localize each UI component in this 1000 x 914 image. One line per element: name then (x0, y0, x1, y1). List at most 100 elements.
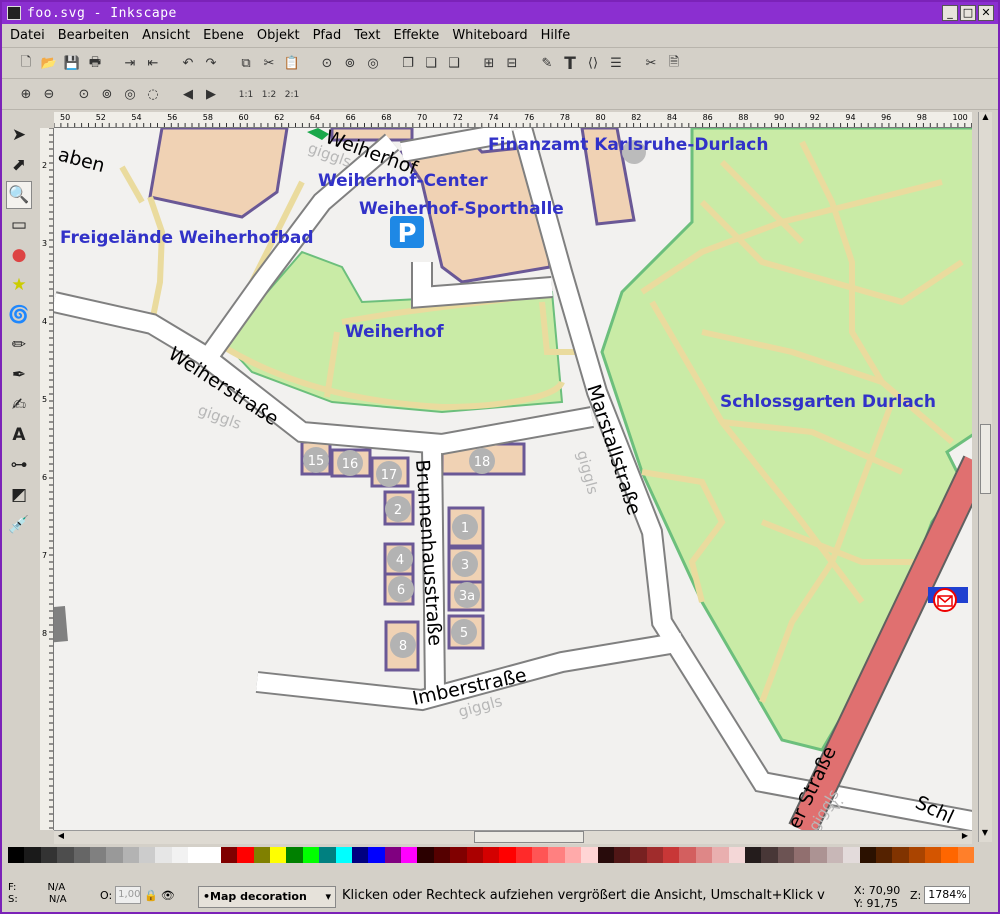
menu-whiteboard[interactable]: Whiteboard (452, 28, 527, 43)
palette-swatch[interactable] (89, 847, 107, 863)
palette-swatch[interactable] (564, 847, 582, 863)
palette-swatch[interactable] (843, 847, 860, 863)
palette-swatch[interactable] (548, 847, 565, 863)
zoom-drawing-icon[interactable]: ⊚ (340, 54, 360, 74)
palette-swatch[interactable] (515, 847, 532, 863)
palette-swatch[interactable] (270, 847, 287, 863)
paste-icon[interactable]: 📋 (282, 54, 302, 74)
zoom-2-1-icon[interactable]: 2:1 (282, 85, 302, 105)
connector-tool-icon[interactable]: ⊶ (6, 451, 32, 479)
zoom-in-icon[interactable]: ⊕ (16, 85, 36, 105)
palette-swatch[interactable] (417, 847, 434, 863)
drawing-canvas[interactable]: P 15 16 17 18 2 1 4 3 6 3a 5 8 giggls giggls giggls… (54, 128, 972, 830)
eye-icon[interactable]: 👁 (161, 889, 175, 902)
dropper-tool-icon[interactable]: 💉 (6, 511, 32, 539)
redo-icon[interactable]: ↷ (201, 54, 221, 74)
palette-swatch[interactable] (220, 847, 238, 863)
new-document-icon[interactable]: 🗋 (16, 54, 36, 74)
zoom-drawing-icon[interactable]: ⊚ (97, 85, 117, 105)
menu-ansicht[interactable]: Ansicht (142, 28, 190, 43)
zoom-tool-icon[interactable]: 🔍 (6, 181, 32, 209)
zoom-1-1-icon[interactable]: 1:1 (236, 85, 256, 105)
fill-stroke-indicator[interactable]: F: N/A S: N/A (8, 882, 98, 906)
palette-swatch[interactable] (925, 847, 942, 863)
zoom-1-2-icon[interactable]: 1:2 (259, 85, 279, 105)
ellipse-tool-icon[interactable]: ● (6, 241, 32, 269)
document-properties-icon[interactable]: 🗎 (664, 54, 684, 74)
spiral-tool-icon[interactable]: 🌀 (6, 301, 32, 329)
vertical-scrollbar[interactable]: ▲ ▼ (978, 112, 992, 842)
palette-swatch[interactable] (368, 847, 385, 863)
palette-swatch[interactable] (630, 847, 647, 863)
zoom-next-icon[interactable]: ▶ (201, 85, 221, 105)
open-icon[interactable]: 📂 (39, 54, 59, 74)
text-font-icon[interactable]: T (560, 54, 580, 74)
export-icon[interactable]: ⇤ (143, 54, 163, 74)
palette-swatch[interactable] (302, 847, 320, 863)
menu-text[interactable]: Text (354, 28, 380, 43)
palette-swatch[interactable] (777, 847, 794, 863)
preferences-icon[interactable]: ✂ (641, 54, 661, 74)
xml-editor-icon[interactable]: ⟨⟩ (583, 54, 603, 74)
palette-swatch[interactable] (8, 847, 25, 863)
inkscape-app-icon[interactable] (7, 6, 21, 20)
menu-effekte[interactable]: Effekte (394, 28, 440, 43)
palette-swatch[interactable] (237, 847, 254, 863)
palette-swatch[interactable] (532, 847, 549, 863)
palette-swatch[interactable] (24, 847, 41, 863)
menu-ebene[interactable]: Ebene (203, 28, 244, 43)
palette-swatch[interactable] (728, 847, 745, 863)
fill-stroke-icon[interactable]: ✎ (537, 54, 557, 74)
print-icon[interactable]: 🖶 (85, 54, 105, 74)
palette-swatch[interactable] (761, 847, 778, 863)
scroll-right-button[interactable]: ▶ (958, 831, 972, 840)
menu-pfad[interactable]: Pfad (313, 28, 342, 43)
undo-icon[interactable]: ↶ (178, 54, 198, 74)
horizontal-scroll-thumb[interactable] (474, 831, 584, 843)
palette-swatch[interactable] (204, 847, 221, 863)
zoom-selection-icon[interactable]: ⊙ (317, 54, 337, 74)
palette-swatch[interactable] (810, 847, 827, 863)
menu-datei[interactable]: Datei (10, 28, 45, 43)
horizontal-scrollbar[interactable]: ◀ ▶ (54, 830, 972, 844)
import-icon[interactable]: ⇥ (120, 54, 140, 74)
vertical-ruler[interactable]: 2 3 4 5 6 7 8 (40, 128, 54, 830)
maximize-button[interactable]: □ (960, 5, 976, 21)
palette-swatch[interactable] (941, 847, 958, 863)
palette-swatch[interactable] (957, 847, 975, 863)
palette-swatch[interactable] (794, 847, 811, 863)
unlink-clone-icon[interactable]: ❑ (444, 54, 464, 74)
palette-swatch[interactable] (433, 847, 451, 863)
palette-swatch[interactable] (40, 847, 58, 863)
palette-swatch[interactable] (155, 847, 172, 863)
scroll-up-button[interactable]: ▲ (979, 112, 992, 126)
palette-swatch[interactable] (908, 847, 925, 863)
cut-icon[interactable]: ✂ (259, 54, 279, 74)
clone-icon[interactable]: ❏ (421, 54, 441, 74)
zoom-out-icon[interactable]: ⊖ (39, 85, 59, 105)
group-icon[interactable]: ⊞ (479, 54, 499, 74)
save-icon[interactable]: 💾 (62, 54, 82, 74)
palette-swatch[interactable] (286, 847, 303, 863)
zoom-width-icon[interactable]: ◌ (143, 85, 163, 105)
palette-swatch[interactable] (401, 847, 418, 863)
layer-selector[interactable]: •Map decoration ▾ (198, 886, 336, 908)
text-tool-icon[interactable]: A (6, 421, 32, 449)
copy-icon[interactable]: ⧉ (236, 54, 256, 74)
palette-swatch[interactable] (253, 847, 270, 863)
palette-swatch[interactable] (581, 847, 598, 863)
palette-swatch[interactable] (499, 847, 516, 863)
duplicate-icon[interactable]: ❐ (398, 54, 418, 74)
node-tool-icon[interactable]: ⬈ (6, 151, 32, 179)
scroll-down-button[interactable]: ▼ (979, 828, 991, 842)
palette-swatch[interactable] (875, 847, 893, 863)
palette-swatch[interactable] (73, 847, 90, 863)
palette-swatch[interactable] (679, 847, 696, 863)
zoom-selection-icon[interactable]: ⊙ (74, 85, 94, 105)
star-tool-icon[interactable]: ★ (6, 271, 32, 299)
palette-swatch[interactable] (744, 847, 762, 863)
palette-swatch[interactable] (663, 847, 680, 863)
palette-swatch[interactable] (892, 847, 909, 863)
zoom-page-icon[interactable]: ◎ (120, 85, 140, 105)
palette-swatch[interactable] (646, 847, 663, 863)
